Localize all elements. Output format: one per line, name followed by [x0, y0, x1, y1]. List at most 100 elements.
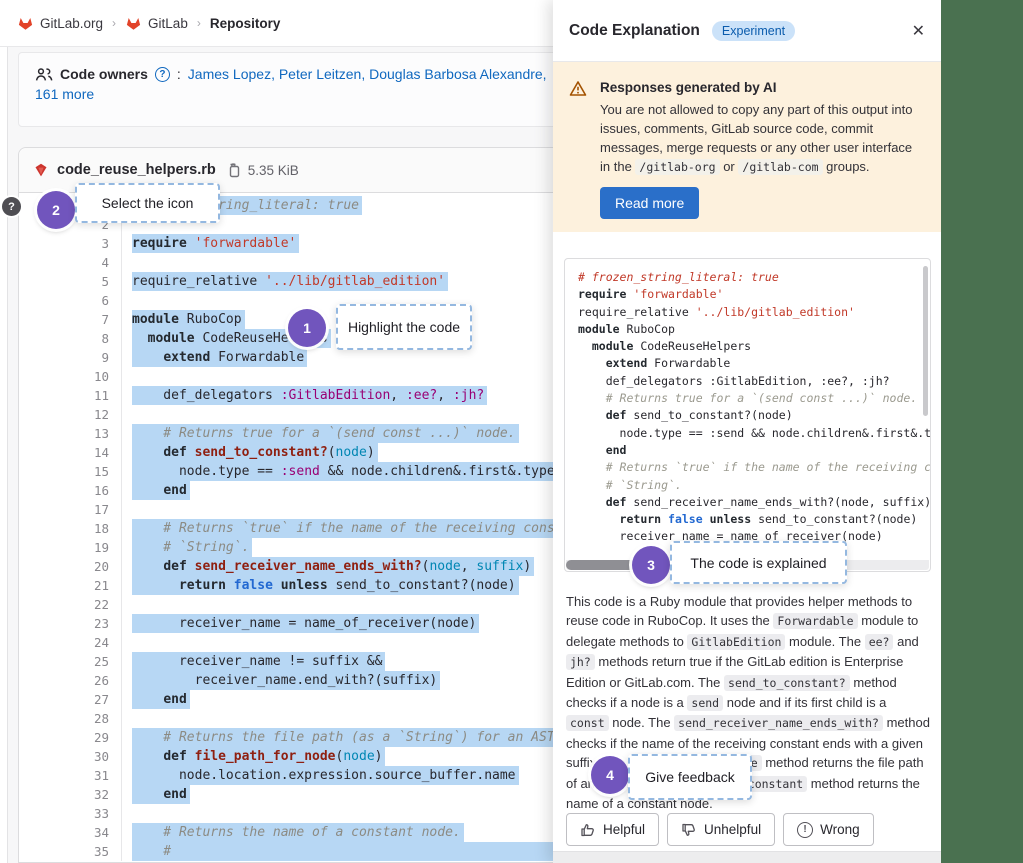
snippet-line: return false unless send_to_constant?(no… [578, 511, 930, 528]
inline-code-chip: jh? [566, 654, 595, 670]
breadcrumb-label: GitLab.org [40, 16, 103, 31]
line-number[interactable]: 33 [19, 804, 121, 823]
line-number[interactable]: 20 [19, 557, 121, 576]
callout-2-tooltip: Select the icon [75, 183, 220, 223]
inline-code-chip: GitlabEdition [687, 634, 785, 650]
inline-code-chip: send_to_constant? [724, 675, 850, 691]
vertical-scrollbar[interactable] [923, 266, 928, 416]
line-number[interactable]: 7 [19, 310, 121, 329]
line-number[interactable]: 21 [19, 576, 121, 595]
snippet-line: end [578, 442, 930, 459]
experiment-badge: Experiment [712, 21, 795, 41]
snippet-line: # `String`. [578, 477, 930, 494]
warning-title: Responses generated by AI [600, 78, 925, 97]
close-icon[interactable]: ✕ [912, 21, 925, 41]
snippet-line: def_delegators :GitlabEdition, :ee?, :jh… [578, 373, 930, 390]
text-segment: or [720, 159, 739, 174]
text-segment: groups. [823, 159, 870, 174]
panel-footer [553, 851, 941, 863]
unhelpful-button[interactable]: Unhelpful [667, 813, 775, 846]
inline-code-chip: const [566, 715, 609, 731]
code-explanation-panel: Code Explanation Experiment ✕ Responses … [553, 0, 941, 863]
snippet-line: node.type == :send && node.children&.fir… [578, 425, 930, 442]
line-number[interactable]: 5 [19, 272, 121, 291]
line-number[interactable]: 4 [19, 253, 121, 272]
line-number[interactable]: 16 [19, 481, 121, 500]
line-number[interactable]: 32 [19, 785, 121, 804]
exclamation-icon: ! [797, 822, 813, 838]
line-number[interactable]: 19 [19, 538, 121, 557]
line-number[interactable]: 13 [19, 424, 121, 443]
feedback-buttons: Helpful Unhelpful ! Wrong [566, 813, 874, 846]
ruby-file-icon [33, 162, 49, 178]
read-more-button[interactable]: Read more [600, 187, 699, 219]
inline-code-chip: /gitlab-org [635, 159, 719, 175]
line-number[interactable]: 30 [19, 747, 121, 766]
page: GitLab.org › GitLab › Repository Code ow… [0, 0, 1023, 863]
line-number[interactable]: 10 [19, 367, 121, 386]
line-number[interactable]: 15 [19, 462, 121, 481]
wrong-button[interactable]: ! Wrong [783, 813, 874, 846]
line-number[interactable]: 24 [19, 633, 121, 652]
thumbs-up-icon [580, 822, 596, 838]
callout-3-tooltip: The code is explained [670, 541, 847, 584]
desktop-background [941, 0, 1023, 863]
snippet-line: # frozen_string_literal: true [578, 269, 930, 286]
helpful-button[interactable]: Helpful [566, 813, 659, 846]
callout-1[interactable]: 1 [288, 309, 326, 347]
inline-code-chip: Forwardable [773, 613, 857, 629]
line-number[interactable]: 29 [19, 728, 121, 747]
snippet-line: # Returns `true` if the name of the rece… [578, 459, 930, 476]
copy-file-path-button[interactable] [226, 163, 240, 178]
panel-title: Code Explanation [569, 22, 700, 40]
callout-3[interactable]: 3 [632, 546, 670, 584]
line-number[interactable]: 14 [19, 443, 121, 462]
help-question-marker[interactable]: ? [2, 197, 21, 216]
breadcrumb-separator: › [110, 16, 118, 30]
file-size: 5.35 KiB [248, 163, 299, 178]
users-icon [35, 67, 53, 82]
thumbs-down-icon [681, 822, 697, 838]
unhelpful-label: Unhelpful [704, 822, 761, 837]
line-number[interactable]: 18 [19, 519, 121, 538]
line-number[interactable]: 9 [19, 348, 121, 367]
line-number[interactable]: 6 [19, 291, 121, 310]
text-segment: node and if its first child is a [723, 695, 886, 710]
inline-code-chip: /gitlab-com [738, 159, 822, 175]
code-owners-links[interactable]: James Lopez, Peter Leitzen, Douglas Barb… [188, 66, 547, 82]
line-number[interactable]: 26 [19, 671, 121, 690]
line-number[interactable]: 3 [19, 234, 121, 253]
snippet-code: # frozen_string_literal: truerequire 'fo… [565, 259, 930, 551]
line-number[interactable]: 17 [19, 500, 121, 519]
code-owners-label: Code owners [60, 66, 148, 82]
inline-code-chip: ee? [865, 634, 894, 650]
text-segment: module. The [785, 634, 864, 649]
line-number[interactable]: 27 [19, 690, 121, 709]
breadcrumb-item-gitlab-org[interactable]: GitLab.org [17, 15, 103, 31]
inline-code-chip: send_receiver_name_ends_with? [674, 715, 883, 731]
snippet-line: require 'forwardable' [578, 286, 930, 303]
inline-code-chip: send [687, 695, 723, 711]
line-number[interactable]: 12 [19, 405, 121, 424]
help-icon[interactable]: ? [155, 67, 170, 82]
line-number[interactable]: 23 [19, 614, 121, 633]
line-number[interactable]: 35 [19, 842, 121, 861]
owners-more-link[interactable]: 161 more [35, 86, 94, 102]
callout-4[interactable]: 4 [591, 756, 629, 794]
line-number[interactable]: 22 [19, 595, 121, 614]
callout-4-tooltip: Give feedback [628, 754, 752, 800]
breadcrumb-separator: › [195, 16, 203, 30]
line-number[interactable]: 25 [19, 652, 121, 671]
line-number[interactable]: 8 [19, 329, 121, 348]
line-number[interactable]: 34 [19, 823, 121, 842]
ai-warning-box: Responses generated by AI You are not al… [553, 62, 941, 232]
line-number[interactable]: 31 [19, 766, 121, 785]
line-number[interactable]: 28 [19, 709, 121, 728]
gitlab-logo-icon [125, 15, 142, 31]
snippet-line: def send_to_constant?(node) [578, 407, 930, 424]
breadcrumb-item-gitlab[interactable]: GitLab [125, 15, 188, 31]
file-name: code_reuse_helpers.rb [57, 162, 216, 178]
breadcrumb-label: GitLab [148, 16, 188, 31]
callout-2[interactable]: 2 [37, 191, 75, 229]
line-number[interactable]: 11 [19, 386, 121, 405]
